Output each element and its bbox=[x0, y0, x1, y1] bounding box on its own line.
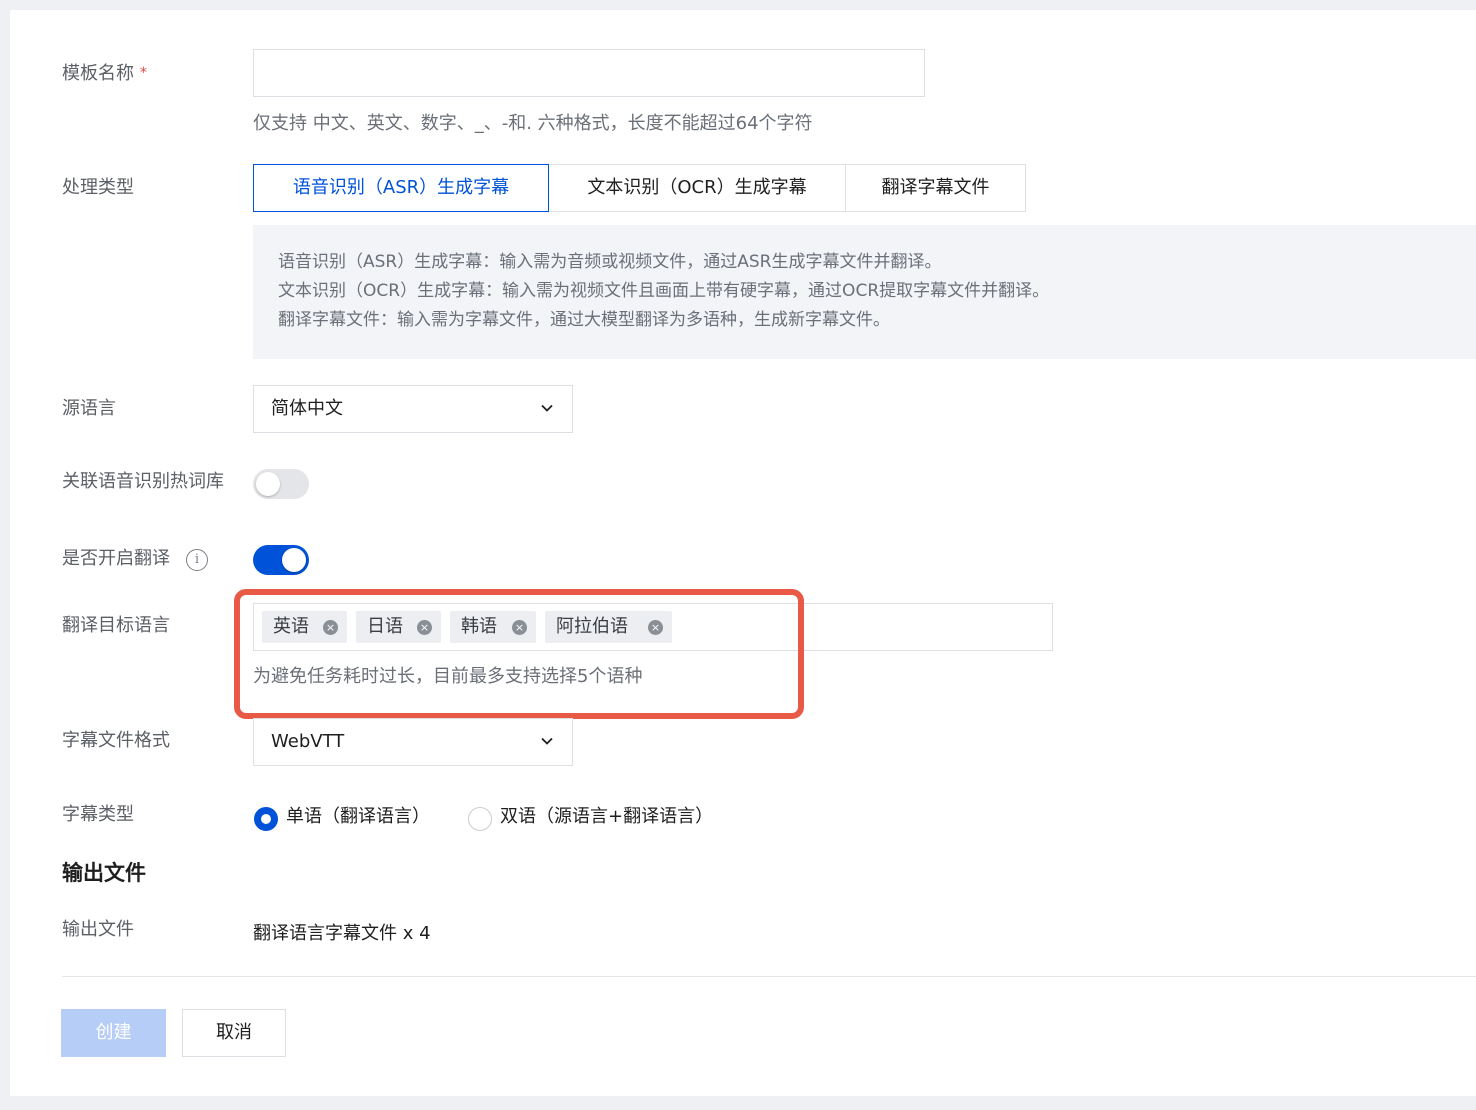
source-language-label: 源语言 bbox=[62, 398, 116, 419]
hotword-library-toggle[interactable] bbox=[253, 469, 309, 499]
source-language-value: 简体中文 bbox=[271, 398, 343, 419]
toggle-knob bbox=[282, 548, 306, 572]
source-language-select[interactable]: 简体中文 bbox=[253, 385, 573, 433]
subtitle-format-label: 字幕文件格式 bbox=[62, 730, 170, 751]
radio-monolingual-label[interactable]: 单语（翻译语言） bbox=[286, 804, 430, 830]
info-icon[interactable]: i bbox=[186, 549, 208, 571]
tab-asr[interactable]: 语音识别（ASR）生成字幕 bbox=[253, 164, 549, 212]
create-button[interactable]: 创建 bbox=[61, 1009, 166, 1057]
target-languages-label: 翻译目标语言 bbox=[62, 615, 170, 636]
subtitle-format-select[interactable]: WebVTT bbox=[253, 718, 573, 766]
description-ocr: 文本识别（OCR）生成字幕：输入需为视频文件且画面上带有硬字幕，通过OCR提取字… bbox=[278, 281, 1050, 301]
output-section-title: 输出文件 bbox=[62, 861, 146, 885]
form-card: 模板名称 * 仅支持 中文、英文、数字、_、-和. 六种格式，长度不能超过64个字… bbox=[10, 10, 1476, 1096]
subtitle-type-label: 字幕类型 bbox=[62, 804, 134, 825]
description-asr: 语音识别（ASR）生成字幕：输入需为音频或视频文件，通过ASR生成字幕文件并翻译… bbox=[278, 252, 942, 272]
description-translate: 翻译字幕文件：输入需为字幕文件，通过大模型翻译为多语种，生成新字幕文件。 bbox=[278, 310, 890, 330]
output-file-value: 翻译语言字幕文件 x 4 bbox=[253, 923, 431, 944]
template-name-input[interactable] bbox=[253, 49, 925, 97]
template-name-hint: 仅支持 中文、英文、数字、_、-和. 六种格式，长度不能超过64个字符 bbox=[253, 113, 813, 134]
highlight-annotation bbox=[234, 589, 804, 719]
chevron-down-icon bbox=[541, 404, 553, 412]
enable-translation-label: 是否开启翻译 bbox=[62, 548, 170, 569]
required-mark: * bbox=[140, 65, 147, 81]
radio-bilingual-label[interactable]: 双语（源语言+翻译语言） bbox=[500, 804, 713, 830]
hotword-library-label: 关联语音识别热词库 bbox=[62, 471, 224, 492]
divider bbox=[62, 976, 1476, 977]
template-name-label: 模板名称 * bbox=[62, 63, 147, 84]
radio-bilingual[interactable] bbox=[468, 807, 492, 831]
subtitle-format-value: WebVTT bbox=[271, 731, 345, 752]
tab-ocr[interactable]: 文本识别（OCR）生成字幕 bbox=[548, 164, 846, 212]
chevron-down-icon bbox=[541, 737, 553, 745]
process-type-description: 语音识别（ASR）生成字幕：输入需为音频或视频文件，通过ASR生成字幕文件并翻译… bbox=[253, 225, 1476, 359]
process-type-label: 处理类型 bbox=[62, 177, 134, 198]
cancel-button[interactable]: 取消 bbox=[182, 1009, 286, 1057]
process-type-segmented: 语音识别（ASR）生成字幕 文本识别（OCR）生成字幕 翻译字幕文件 bbox=[253, 164, 1026, 212]
output-file-label: 输出文件 bbox=[62, 919, 134, 940]
toggle-knob bbox=[256, 472, 280, 496]
tab-translate-subtitle[interactable]: 翻译字幕文件 bbox=[845, 164, 1026, 212]
radio-monolingual[interactable] bbox=[254, 807, 278, 831]
enable-translation-toggle[interactable] bbox=[253, 545, 309, 575]
